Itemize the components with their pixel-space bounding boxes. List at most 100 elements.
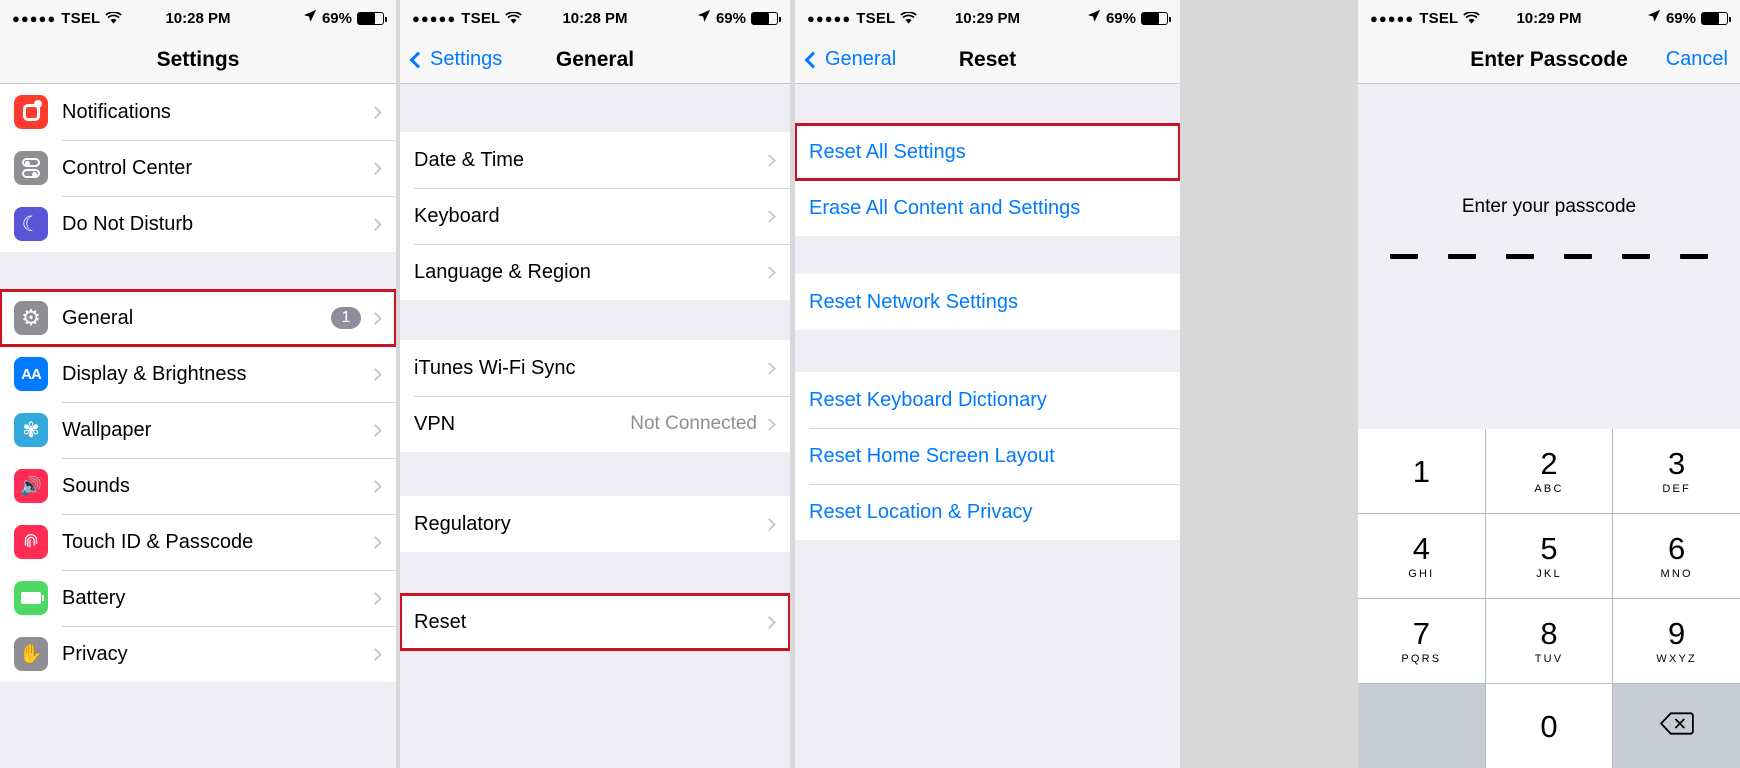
gear-icon: ⚙ <box>14 301 48 335</box>
key-number: 6 <box>1668 530 1686 566</box>
wifi-icon <box>1463 10 1481 25</box>
key-0[interactable]: 0 <box>1485 684 1613 768</box>
list-item-reset-home-screen-layout[interactable]: Reset Home Screen Layout <box>795 428 1180 484</box>
row-label: Regulatory <box>414 512 511 535</box>
list-item-regulatory[interactable]: Regulatory <box>400 496 790 552</box>
chevron-right-icon <box>369 367 382 381</box>
row-label: Reset Location & Privacy <box>809 500 1033 523</box>
list-item-date-time[interactable]: Date & Time <box>400 132 790 188</box>
reset-group-1: Reset All Settings Erase All Content and… <box>795 123 1180 236</box>
reset-list[interactable]: Reset All Settings Erase All Content and… <box>795 84 1180 768</box>
chevron-right-icon <box>369 647 382 661</box>
key-8[interactable]: 8 TUV <box>1485 599 1613 683</box>
chevron-right-icon <box>763 361 776 375</box>
general-list[interactable]: Date & Time Keyboard Language & Region i… <box>400 84 790 768</box>
group-gap <box>795 540 1180 768</box>
battery-icon <box>751 11 781 25</box>
signal-dots-icon: ●●●●● <box>12 10 57 26</box>
key-3[interactable]: 3 DEF <box>1613 429 1740 513</box>
group-gap <box>795 330 1180 372</box>
cancel-button[interactable]: Cancel <box>1666 48 1728 71</box>
passcode-field[interactable] <box>1390 254 1708 259</box>
chevron-right-icon <box>369 591 382 605</box>
list-item-itunes-wifi-sync[interactable]: iTunes Wi-Fi Sync <box>400 340 790 396</box>
carrier-label: TSEL <box>1419 9 1459 27</box>
wifi-icon <box>900 10 918 25</box>
wifi-icon <box>105 10 123 25</box>
sidebar-item-wallpaper[interactable]: ✾ Wallpaper <box>0 402 396 458</box>
passcode-dash <box>1390 254 1418 259</box>
list-item-keyboard[interactable]: Keyboard <box>400 188 790 244</box>
key-letters: MNO <box>1660 567 1693 580</box>
general-group-3: Regulatory <box>400 496 790 552</box>
list-item-reset-location-privacy[interactable]: Reset Location & Privacy <box>795 484 1180 540</box>
list-item-reset-all-settings[interactable]: Reset All Settings <box>795 123 1180 181</box>
key-2[interactable]: 2 ABC <box>1485 429 1613 513</box>
group-gap <box>400 552 790 594</box>
sidebar-item-privacy[interactable]: ✋ Privacy <box>0 626 396 682</box>
reset-group-3: Reset Keyboard Dictionary Reset Home Scr… <box>795 372 1180 540</box>
speaker-icon: 🔊 <box>14 469 48 503</box>
list-item-vpn[interactable]: VPN Not Connected <box>400 396 790 452</box>
row-label: Wallpaper <box>62 418 152 441</box>
sidebar-item-general[interactable]: ⚙ General 1 <box>0 289 396 347</box>
chevron-right-icon <box>763 153 776 167</box>
row-label: Reset Home Screen Layout <box>809 444 1055 467</box>
numeric-keypad[interactable]: 1 2 ABC 3 DEF 4 GHI 5 JKL 6 MNO 7 PQRS 8… <box>1358 429 1740 768</box>
location-arrow-icon <box>1087 9 1101 27</box>
sidebar-item-touch-id-passcode[interactable]: Touch ID & Passcode <box>0 514 396 570</box>
list-item-language-region[interactable]: Language & Region <box>400 244 790 300</box>
battery-percent: 69% <box>715 9 746 27</box>
sidebar-item-display-brightness[interactable]: AA Display & Brightness <box>0 346 396 402</box>
back-button[interactable]: General <box>804 48 896 71</box>
sidebar-item-do-not-disturb[interactable]: ☾ Do Not Disturb <box>0 196 396 252</box>
nav-bar-reset: General Reset <box>795 36 1180 84</box>
nav-bar-general: Settings General <box>400 36 790 84</box>
group-gap <box>795 84 1180 124</box>
chevron-right-icon <box>763 209 776 223</box>
passcode-dash <box>1622 254 1650 259</box>
key-number: 3 <box>1668 445 1686 481</box>
key-9[interactable]: 9 WXYZ <box>1613 599 1740 683</box>
battery-percent: 69% <box>321 9 352 27</box>
settings-list[interactable]: Notifications Control Center ☾ Do Not Di… <box>0 84 396 768</box>
sidebar-item-control-center[interactable]: Control Center <box>0 140 396 196</box>
sidebar-item-sounds[interactable]: 🔊 Sounds <box>0 458 396 514</box>
list-item-reset-keyboard-dictionary[interactable]: Reset Keyboard Dictionary <box>795 372 1180 428</box>
group-gap <box>400 300 790 340</box>
key-number: 1 <box>1412 453 1430 489</box>
passcode-dash <box>1680 254 1708 259</box>
status-left: ●●●●● TSEL <box>1370 9 1481 27</box>
key-4[interactable]: 4 GHI <box>1358 514 1485 598</box>
key-number: 0 <box>1540 708 1558 744</box>
chevron-right-icon <box>763 615 776 629</box>
key-blank <box>1358 684 1485 768</box>
row-label: Do Not Disturb <box>62 212 194 235</box>
sidebar-item-notifications[interactable]: Notifications <box>0 84 396 140</box>
row-label: Keyboard <box>414 204 500 227</box>
key-7[interactable]: 7 PQRS <box>1358 599 1485 683</box>
key-1[interactable]: 1 <box>1358 429 1485 513</box>
key-5[interactable]: 5 JKL <box>1485 514 1613 598</box>
settings-group-1: Notifications Control Center ☾ Do Not Di… <box>0 84 396 252</box>
key-6[interactable]: 6 MNO <box>1613 514 1740 598</box>
group-gap <box>0 252 396 290</box>
chevron-right-icon <box>369 105 382 119</box>
key-letters: JKL <box>1536 567 1562 580</box>
key-delete[interactable] <box>1613 684 1740 768</box>
row-label: Touch ID & Passcode <box>62 530 254 553</box>
battery-percent: 69% <box>1105 9 1136 27</box>
back-button[interactable]: Settings <box>409 48 502 71</box>
status-bar-4: ●●●●● TSEL 10:29 PM 69% <box>1358 0 1740 36</box>
key-letters: WXYZ <box>1656 652 1697 665</box>
phone-screen-reset: ●●●●● TSEL 10:29 PM 69% General Reset Re… <box>795 0 1180 768</box>
page-title: Settings <box>156 47 240 71</box>
list-item-reset[interactable]: Reset <box>400 593 790 651</box>
chevron-right-icon <box>369 423 382 437</box>
sidebar-item-battery[interactable]: Battery <box>0 570 396 626</box>
hand-icon: ✋ <box>14 637 48 671</box>
list-item-reset-network-settings[interactable]: Reset Network Settings <box>795 274 1180 330</box>
status-bar-1: ●●●●● TSEL 10:28 PM 69% <box>0 0 396 36</box>
list-item-erase-all-content[interactable]: Erase All Content and Settings <box>795 180 1180 236</box>
screenshot-strip: ●●●●● TSEL 10:28 PM 69% Settings Notific… <box>0 0 1740 768</box>
